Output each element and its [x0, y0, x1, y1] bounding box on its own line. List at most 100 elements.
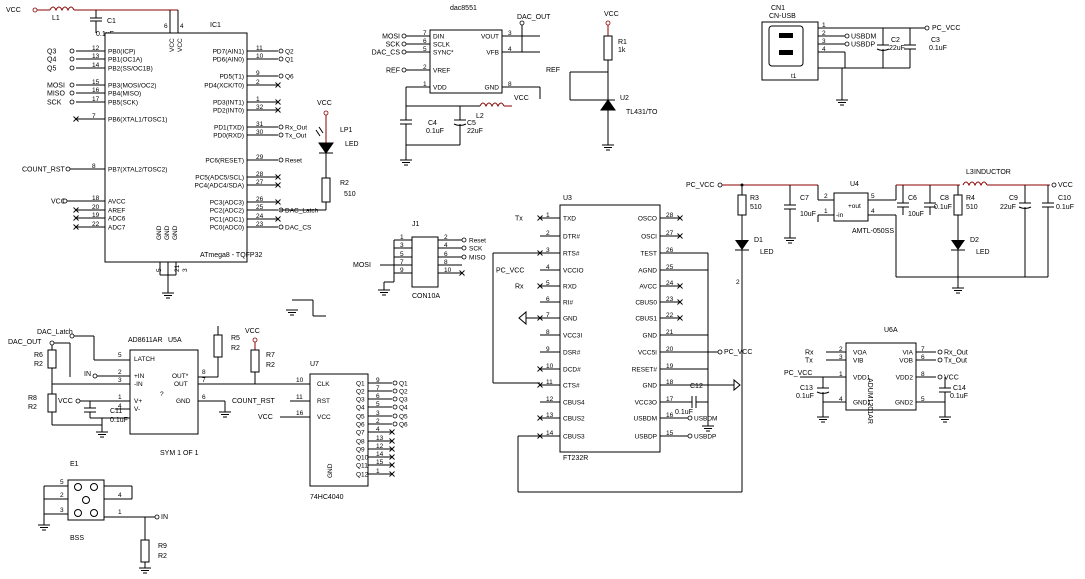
u3-pin-num: 9	[546, 346, 550, 353]
ic1-pin-num: 9	[256, 70, 260, 77]
j1-pin-num: 4	[444, 242, 448, 249]
ad8611-inn: -IN	[134, 381, 143, 388]
u7-pin-num: 2	[376, 418, 380, 425]
ic1-pin-name: PB6(XTAL1/TOSC1)	[108, 117, 167, 124]
u3-pin-num: 20	[666, 346, 674, 353]
dac-pin-num: 8	[508, 81, 512, 88]
ad8611-n8: 8	[202, 369, 206, 376]
e1-jumper: E1 BSS 5 2 3 4 1 R9 R2 IN	[37, 461, 168, 574]
r3-value: 510	[750, 204, 762, 211]
e1-in: IN	[161, 514, 168, 521]
u6-pin-num: 6	[921, 354, 925, 361]
u4-in-pin: -in	[836, 212, 844, 219]
c1-label: C1	[107, 18, 116, 25]
u3-pin-name: VCC5I	[638, 350, 657, 357]
ic1-pin-num: 13	[92, 53, 100, 60]
dac-pin-name: VFB	[486, 50, 499, 57]
u3-pin-name: OSCO	[638, 216, 657, 223]
ad8611-comparator: AD8611AR U5A SYM 1 OF 1 LATCH +IN -IN V+…	[8, 326, 310, 457]
r9-label: R9	[158, 543, 167, 550]
ic1-pin-num: 26	[256, 196, 264, 203]
j1-net-label: SCK	[469, 246, 483, 253]
j1-pins: 13 579 2 Reset 4 SCK 6 MISO 810	[394, 234, 486, 276]
ic1-pin-num: 16	[92, 87, 100, 94]
ad8611-part: AD8611AR	[128, 337, 163, 344]
ad8611-out: OUT	[174, 381, 188, 388]
u3-pin-name: CTS#	[563, 383, 580, 390]
ic1-net-label: MOSI	[47, 83, 65, 90]
u3-pin-num: 22	[666, 312, 674, 319]
cn1-net-label: USBDM	[851, 34, 876, 41]
u3-pin-num: 5	[546, 280, 550, 287]
ic1-pin-name: PC4(ADC4/SDA)	[195, 183, 244, 190]
lp1-ref: LP1	[340, 127, 353, 134]
ad8611-q: ?	[160, 391, 164, 398]
c5-value: 22uF	[467, 128, 483, 135]
u3-net-label: Tx	[515, 216, 523, 223]
u6-net-label: VCC	[944, 375, 959, 382]
ic1-pin-name: PC5(ADC5/SCL)	[195, 175, 244, 182]
ic1-pin-num: 22	[92, 221, 100, 228]
u3-pin-num: 10	[546, 363, 554, 370]
dac-pin-num: 5	[423, 46, 427, 53]
u2-label: U2	[620, 95, 629, 102]
u6-pin-num: 8	[921, 371, 925, 378]
l1-label: L1	[52, 15, 60, 22]
u7-pin-name: Q5	[356, 414, 365, 421]
ic1-pin-name: PD5(T1)	[219, 74, 244, 81]
u6-pin-name: GND1	[853, 400, 871, 407]
r5-value: R2	[231, 345, 240, 352]
c4-label: C4	[428, 120, 437, 127]
u3-net-label: Rx	[515, 284, 524, 291]
ic1-pin-name: PC2(ADC2)	[210, 208, 244, 215]
u7-pin-name: Q9	[356, 447, 365, 454]
dac-ref: dac8551	[450, 5, 477, 12]
c3-value: 0.1uF	[929, 45, 947, 52]
u3-pin-name: GND	[643, 333, 658, 340]
dac-net-label: SCK	[386, 42, 401, 49]
cn1-pin-num: 4	[822, 46, 826, 53]
u3-pin-name: USBDM	[634, 416, 657, 423]
u7-pin-num: 3	[376, 410, 380, 417]
r6-value: R2	[34, 361, 43, 368]
ic1-pin-name: PD1(TXD)	[214, 125, 244, 132]
r9-value: R2	[158, 553, 167, 560]
u7-net-label: Q1	[399, 381, 408, 388]
ic1-pin-num: 23	[256, 221, 264, 228]
isolated-power: PC_VCC R3 510 D1 LED C7 10uF U4 2 1 5 4 …	[686, 169, 1074, 294]
r3-label: R3	[750, 195, 759, 202]
ic1-top-pin-2: VCC	[177, 38, 184, 52]
ad8611-n3: 3	[118, 377, 122, 384]
r5-label: R5	[231, 335, 240, 342]
u3-pin-num: 17	[666, 396, 674, 403]
u3-net-label: USBDP	[694, 434, 716, 441]
u3-pin-num: 27	[666, 230, 674, 237]
u6-net-label: Tx_Out	[944, 358, 967, 365]
ic1-pin-name: AREF	[108, 208, 125, 215]
u3-pin-name: AGND	[638, 268, 657, 275]
u3-pin-num: 1	[546, 212, 550, 219]
u4-out-pin: +out	[848, 203, 861, 210]
c14-value: 0.1uF	[950, 393, 968, 400]
ad8611-dac-out: DAC_OUT	[8, 339, 42, 346]
ic1-pin-name: PB3(MOSI/OC2)	[108, 83, 156, 90]
u3-pin-num: 13	[546, 412, 554, 419]
u7-pin-num: 6	[376, 393, 380, 400]
dac-pin-num: 7	[423, 30, 427, 37]
u6-net-label: Rx	[805, 350, 814, 357]
u3-pin-name: RESET#	[632, 367, 658, 374]
u7-pin-name: Q12	[356, 472, 369, 479]
ic1-net-label: SCK	[47, 100, 62, 107]
j1-pin-num: 9	[400, 267, 404, 274]
u3-pin-name: OSCI	[641, 234, 657, 241]
r7-label: R7	[266, 352, 275, 359]
u7-pin-num: 1	[376, 468, 380, 475]
vcc-label: VCC	[6, 7, 21, 14]
u6-pin-name: VOA	[853, 350, 867, 357]
ad8611-vcc-top: VCC	[245, 328, 260, 335]
u6-pin-num: 2	[839, 346, 843, 353]
dac-pin-name: VDD	[433, 85, 447, 92]
u7-pin-name: Q1	[356, 381, 365, 388]
u3-pin-name: RXD	[563, 284, 577, 291]
u3-pin-num: 23	[666, 296, 674, 303]
